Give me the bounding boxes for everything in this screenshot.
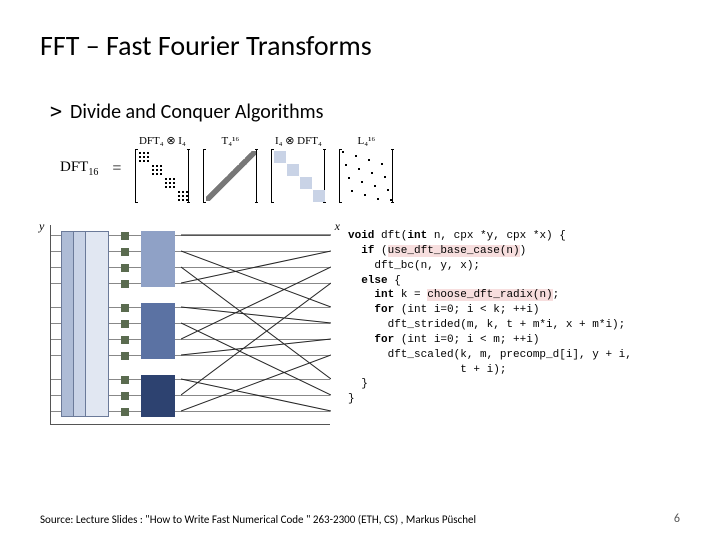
matrix-factor-3: L₄¹⁶ xyxy=(339,135,393,203)
lower-row: y x xyxy=(50,225,680,425)
matrix-label: DFT₄ ⊗ I₄ xyxy=(139,134,186,147)
matrix-factor-0: DFT₄ ⊗ I₄ xyxy=(135,134,189,203)
chevron-icon: > xyxy=(50,99,62,123)
butterfly-diagram: y x xyxy=(50,225,330,425)
bullet-text: Divide and Conquer Algorithms xyxy=(70,100,323,124)
page-number: 6 xyxy=(674,512,680,526)
bullet-line: > Divide and Conquer Algorithms xyxy=(50,99,680,124)
matrix-icon xyxy=(135,149,189,203)
butterfly-lines xyxy=(181,225,331,425)
x-axis-label: x xyxy=(335,219,340,234)
matrix-icon xyxy=(339,149,393,203)
matrix-factor-1: T₄¹⁶ xyxy=(203,135,257,203)
equation-row: DFT16 = DFT₄ ⊗ I₄ T₄¹⁶ xyxy=(60,134,680,203)
y-axis-label: y xyxy=(39,219,44,234)
equals-sign: = xyxy=(112,160,121,178)
matrix-label: I₄ ⊗ DFT₄ xyxy=(275,134,322,147)
code-block: void dft(int n, cpx *y, cpx *x) { if (us… xyxy=(348,229,632,407)
matrix-factor-2: I₄ ⊗ DFT₄ xyxy=(271,134,325,203)
slide-title: FFT – Fast Fourier Transforms xyxy=(40,28,680,63)
slide: FFT – Fast Fourier Transforms > Divide an… xyxy=(0,0,720,540)
matrix-label: L₄¹⁶ xyxy=(358,135,376,147)
source-citation: Source: Lecture Slides : "How to Write F… xyxy=(40,513,476,526)
equation-lhs: DFT16 xyxy=(60,159,98,178)
matrix-icon xyxy=(271,149,325,203)
matrix-icon xyxy=(203,149,257,203)
matrix-label: T₄¹⁶ xyxy=(222,135,240,147)
